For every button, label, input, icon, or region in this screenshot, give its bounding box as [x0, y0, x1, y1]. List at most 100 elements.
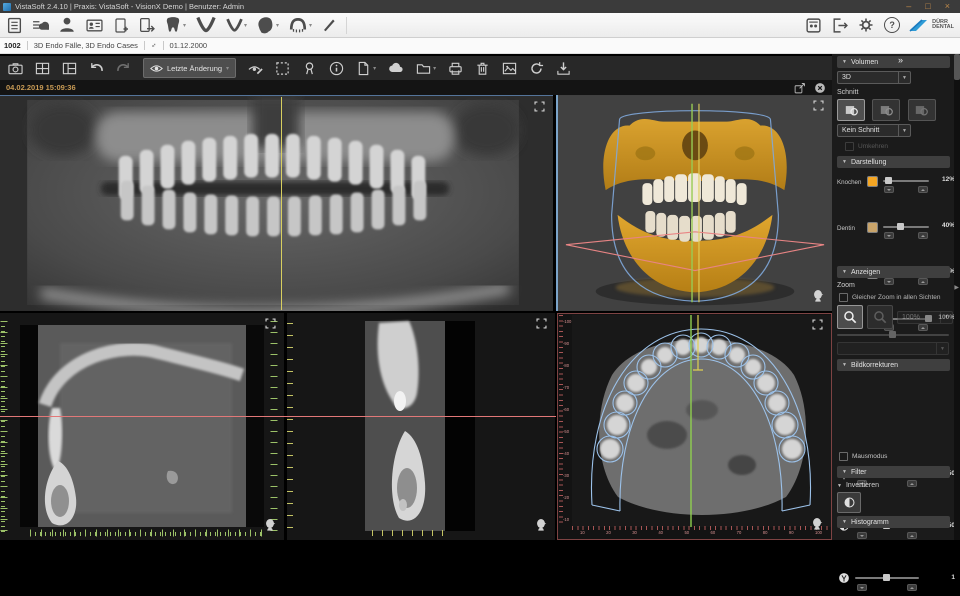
settings-button[interactable] [857, 16, 875, 34]
slice-mode-button-1[interactable] [837, 99, 865, 121]
slice-mode-button-2[interactable] [872, 99, 900, 121]
volume-select[interactable]: 3D ▼ [837, 71, 911, 84]
step-up-button[interactable] [907, 584, 917, 591]
history-dropdown[interactable]: Letzte Änderung ▾ [143, 58, 236, 78]
color-swatch[interactable] [867, 176, 878, 187]
section-header-volumen[interactable]: ▼ Volumen [837, 56, 950, 68]
gamma-slider[interactable] [855, 577, 919, 579]
intraoral-button[interactable] [195, 15, 217, 35]
image-list-button[interactable] [32, 17, 49, 34]
section-header-bildkorrekturen[interactable]: ▼ Bildkorrekturen [837, 359, 950, 371]
panel-overflow-chevron[interactable]: » [898, 55, 903, 65]
step-up-button[interactable] [918, 186, 928, 193]
import-button[interactable] [556, 61, 571, 76]
rotate-reset-button[interactable] [529, 61, 544, 76]
slice-mode-button-3[interactable] [908, 99, 936, 121]
image-adjust-button[interactable] [502, 61, 517, 76]
slice-select[interactable]: Kein Schnitt ▼ [837, 124, 911, 137]
annotations-button[interactable] [248, 61, 263, 76]
worklist-button[interactable] [6, 17, 23, 34]
pen-button[interactable] [321, 17, 337, 33]
new-record-button[interactable] [113, 17, 129, 34]
fullscreen-icon[interactable] [812, 319, 823, 330]
logout-button[interactable] [831, 17, 848, 34]
mausmodus-checkbox-row[interactable]: Mausmodus [837, 452, 957, 461]
export-view-button[interactable] [794, 82, 806, 94]
collapse-triangle-icon: ▼ [842, 469, 847, 475]
tag-button[interactable] [302, 61, 317, 76]
cloud-upload-button[interactable] [388, 60, 404, 76]
section-header-histogramm[interactable]: ▼ Histogramm [837, 516, 950, 528]
same-zoom-checkbox-row[interactable]: Gleicher Zoom in allen Sichten [837, 293, 957, 302]
axial-plane-line[interactable] [0, 416, 556, 417]
fullscreen-icon[interactable] [534, 101, 545, 112]
section-header-anzeigen[interactable]: ▼ Anzeigen [837, 266, 950, 278]
delete-button[interactable] [475, 61, 490, 76]
step-down-button[interactable] [884, 186, 894, 193]
panel-collapse-arrow[interactable]: ▶ [954, 284, 959, 291]
step-down-button[interactable] [857, 532, 867, 539]
slice-cross-viewport[interactable] [287, 313, 555, 540]
cross-slice-image [287, 313, 555, 540]
layout-grid-button[interactable] [35, 61, 50, 76]
report-dropdown-button[interactable]: ▾ [356, 61, 376, 76]
volume-3d-viewport[interactable] [556, 95, 832, 311]
separator [144, 41, 145, 50]
region-select-button[interactable] [275, 61, 290, 76]
opacity-slider[interactable] [883, 180, 929, 182]
panoramic-viewport[interactable] [0, 95, 553, 311]
maximize-button[interactable]: □ [925, 0, 930, 13]
zoom-in-button[interactable] [837, 305, 863, 329]
separator [163, 41, 164, 50]
zoom-out-button[interactable] [867, 305, 893, 329]
export-dropdown-button[interactable]: ▾ [416, 61, 436, 76]
invert-button[interactable] [837, 492, 861, 513]
section-header-darstellung[interactable]: ▼ Darstellung [837, 156, 950, 168]
slice-sagittal-viewport[interactable] [0, 313, 284, 540]
step-up-button[interactable] [907, 532, 917, 539]
opacity-slider[interactable] [883, 226, 929, 228]
step-down-button[interactable] [857, 584, 867, 591]
tooth-menu-button[interactable]: ▾ [164, 16, 186, 34]
close-button[interactable]: × [945, 0, 950, 13]
invertieren-header[interactable]: ▼ Invertieren [837, 482, 955, 489]
zoom-preset-select[interactable]: ▼ [837, 342, 949, 355]
pano-crosshair-line[interactable] [281, 97, 282, 310]
collapse-triangle-icon: ▼ [842, 519, 847, 525]
snapshot-button[interactable] [8, 61, 23, 76]
color-swatch[interactable] [867, 222, 878, 233]
patient-case-name[interactable]: 3D Endo Fälle, 3D Endo Cases [34, 41, 138, 50]
register-button[interactable] [805, 17, 822, 34]
patient-card-button[interactable] [85, 17, 104, 34]
fullscreen-icon[interactable] [813, 100, 824, 111]
close-view-button[interactable] [814, 82, 826, 94]
print-button[interactable] [448, 61, 463, 76]
head-menu-button[interactable]: ▾ [256, 16, 279, 35]
step-up-button[interactable] [918, 232, 928, 239]
patient-button[interactable] [58, 16, 76, 34]
intraoral-menu-button[interactable]: ▾ [226, 17, 247, 34]
ruler-tick-label: -70 [559, 385, 572, 390]
zoom-slider[interactable] [837, 334, 955, 336]
section-header-filter[interactable]: ▼ Filter [837, 466, 950, 478]
checkbox-icon[interactable] [839, 293, 848, 302]
jaw-menu-button[interactable]: ▾ [288, 16, 312, 34]
help-button[interactable]: ? [884, 17, 900, 33]
minimize-button[interactable]: – [906, 0, 911, 13]
checkbox-icon[interactable] [845, 142, 854, 151]
panel-scrollbar[interactable] [954, 54, 960, 540]
fullscreen-icon[interactable] [265, 318, 276, 329]
step-down-button[interactable] [884, 232, 894, 239]
info-button[interactable] [329, 61, 344, 76]
fullscreen-icon[interactable] [536, 318, 547, 329]
transfer-record-button[interactable] [138, 17, 155, 34]
checkbox-icon[interactable] [839, 452, 848, 461]
layout-columns-button[interactable] [62, 61, 77, 76]
axial-viewport[interactable]: -100-90-80-70-60-50-40-30-20-10 10203040… [557, 313, 832, 540]
redo-button[interactable] [116, 61, 131, 76]
axial-slice-image [572, 315, 831, 527]
scrollbar-thumb[interactable] [954, 54, 960, 80]
undo-button[interactable] [89, 61, 104, 76]
zoom-level-select[interactable]: 100% ▼ [897, 311, 953, 324]
umkehren-checkbox-row[interactable]: Umkehren [837, 142, 960, 151]
